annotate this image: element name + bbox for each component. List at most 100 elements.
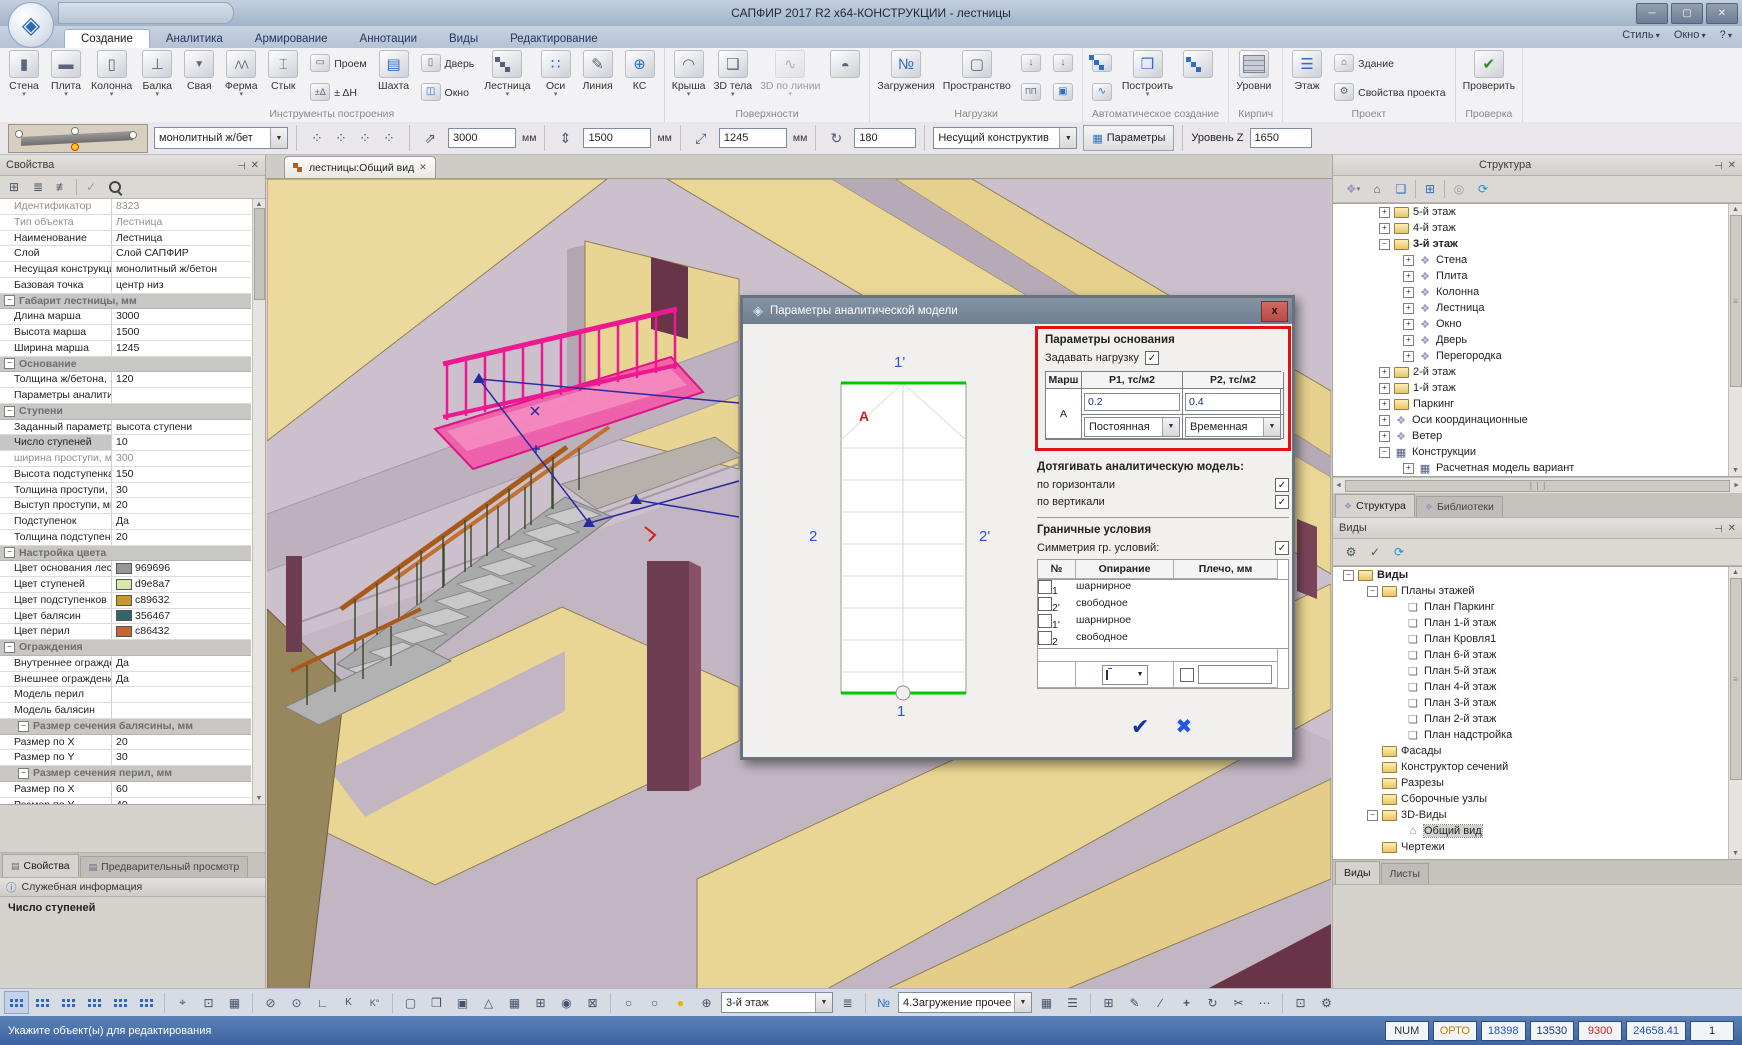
document-tool-icon[interactable] bbox=[528, 991, 553, 1014]
structure-tree-item[interactable]: + Колонна bbox=[1333, 284, 1742, 300]
ribbon-button[interactable]: Ферма ▾ bbox=[220, 48, 262, 106]
ribbon-button[interactable]: ▾ bbox=[824, 48, 866, 106]
views-tree-item[interactable]: План 4-й этаж bbox=[1333, 679, 1742, 695]
edit-tool-icon[interactable] bbox=[1252, 991, 1277, 1014]
views-bottom-tab[interactable]: Виды bbox=[1335, 861, 1380, 884]
structure-tree-item[interactable]: + Плита bbox=[1333, 268, 1742, 284]
toolbar-icon[interactable] bbox=[1060, 991, 1085, 1014]
property-value[interactable] bbox=[112, 703, 251, 718]
property-group-header[interactable]: −Размер сечения перил, мм bbox=[0, 766, 251, 782]
tree-expander[interactable]: − bbox=[1367, 586, 1378, 597]
document-tool-icon[interactable] bbox=[398, 991, 423, 1014]
views-tree-item[interactable]: − 3D-Виды bbox=[1333, 807, 1742, 823]
structure-tree-item[interactable]: + 5-й этаж bbox=[1333, 204, 1742, 220]
close-panel-icon[interactable]: ✕ bbox=[251, 160, 259, 171]
tree-expander[interactable]: + bbox=[1379, 431, 1390, 442]
extend-option-checkbox[interactable] bbox=[1275, 478, 1289, 492]
property-value[interactable]: 356467 bbox=[112, 609, 251, 624]
close-panel-icon[interactable]: ✕ bbox=[1728, 160, 1736, 171]
property-value[interactable]: 20 bbox=[112, 498, 251, 513]
load-number-icon[interactable] bbox=[871, 991, 896, 1014]
document-tool-icon[interactable] bbox=[554, 991, 579, 1014]
preview-base-point-handle[interactable] bbox=[71, 143, 79, 151]
layers-list-icon[interactable] bbox=[835, 991, 860, 1014]
views-tree-item[interactable]: Общий вид bbox=[1333, 823, 1742, 839]
ribbon-button[interactable]: Уровни ▾ bbox=[1232, 48, 1275, 106]
views-tree-item[interactable]: План Кровля1 bbox=[1333, 631, 1742, 647]
property-value[interactable]: Да bbox=[112, 672, 251, 687]
property-row[interactable]: Размер по X 60 bbox=[0, 782, 251, 798]
ribbon-button[interactable]: Построить ▾ bbox=[1118, 48, 1177, 106]
structure-hscroll[interactable]: ◄❘❘❘► bbox=[1333, 477, 1742, 493]
tree-expander[interactable]: + bbox=[1379, 383, 1390, 394]
boundary-row-checkbox[interactable] bbox=[1038, 597, 1052, 611]
arm-cell[interactable] bbox=[1174, 597, 1278, 614]
structure-tree-item[interactable]: + Паркинг bbox=[1333, 396, 1742, 412]
structure-bottom-tab[interactable]: ❖ Библиотеки bbox=[1416, 496, 1503, 517]
structure-tree-item[interactable]: + Расчетная модель вариант bbox=[1333, 460, 1742, 476]
edit-tool-icon[interactable] bbox=[1096, 991, 1121, 1014]
property-row[interactable]: Модель балясин bbox=[0, 703, 251, 719]
stair-tool-icon[interactable]: ⁘ bbox=[305, 126, 329, 150]
service-info-bar[interactable]: ⓘ Служебная информация bbox=[0, 878, 265, 897]
ribbon-button[interactable]: Свая ▾ bbox=[178, 48, 220, 106]
material-combo[interactable]: монолитный ж/бет▼ bbox=[154, 127, 288, 149]
document-tool-icon[interactable] bbox=[476, 991, 501, 1014]
ribbon-tab[interactable]: Аналитика bbox=[150, 30, 239, 48]
property-row[interactable]: Внешнее ограждение Да bbox=[0, 672, 251, 688]
ribbon-button[interactable]: ▾ bbox=[1047, 48, 1079, 77]
ribbon-tab[interactable]: Редактирование bbox=[494, 30, 614, 48]
property-value[interactable]: монолитный ж/бетон bbox=[112, 262, 251, 277]
property-row[interactable]: Размер по Y 30 bbox=[0, 750, 251, 766]
binoculars-icon[interactable]: ◎ bbox=[1449, 180, 1469, 198]
tree-expander[interactable]: − bbox=[1343, 570, 1354, 581]
ribbon-button[interactable]: Колонна ▾ bbox=[87, 48, 136, 106]
views-tree-item[interactable]: Чертежи bbox=[1333, 839, 1742, 855]
level-z-field[interactable]: 1650 bbox=[1250, 128, 1312, 148]
ribbon-tab[interactable]: Создание bbox=[64, 29, 150, 48]
tree-expander[interactable]: + bbox=[1403, 351, 1414, 362]
property-row[interactable]: Модель перил bbox=[0, 687, 251, 703]
properties-bottom-tab[interactable]: ▤ Предварительный просмотр bbox=[80, 856, 249, 877]
parameters-button[interactable]: ▦ Параметры bbox=[1083, 125, 1174, 151]
p1-type-combo[interactable]: Постоянная▼ bbox=[1084, 417, 1180, 437]
add-model-icon[interactable]: ⊞ bbox=[1420, 180, 1440, 198]
ribbon-tab[interactable]: Аннотации bbox=[344, 30, 433, 48]
property-group-header[interactable]: −Настройка цвета bbox=[0, 546, 251, 562]
stair-preview-widget[interactable] bbox=[8, 124, 148, 153]
structure-tree-item[interactable]: + Дверь bbox=[1333, 332, 1742, 348]
property-row[interactable]: Цвет балясин 356467 bbox=[0, 609, 251, 625]
property-group-header[interactable]: −Габарит лестницы, мм bbox=[0, 294, 251, 310]
views-tree-item[interactable]: План 5-й этаж bbox=[1333, 663, 1742, 679]
preview-handle[interactable] bbox=[129, 131, 137, 139]
march-width-field[interactable]: 1245 bbox=[719, 128, 787, 148]
views-tree-item[interactable]: План 6-й этаж bbox=[1333, 647, 1742, 663]
tree-expander[interactable]: − bbox=[1379, 447, 1390, 458]
structure-tree-item[interactable]: + Перегородка bbox=[1333, 348, 1742, 364]
toolbar-icon[interactable] bbox=[310, 991, 335, 1014]
property-value[interactable]: 3000 bbox=[112, 309, 251, 324]
property-row[interactable]: Цвет основания лес... 969696 bbox=[0, 561, 251, 577]
views-tree-item[interactable]: План 3-й этаж bbox=[1333, 695, 1742, 711]
structure-tree-item[interactable]: + 1-й этаж bbox=[1333, 380, 1742, 396]
views-tree-item[interactable]: Конструктор сечений bbox=[1333, 759, 1742, 775]
document-tool-icon[interactable] bbox=[450, 991, 475, 1014]
property-value[interactable]: 300 bbox=[112, 451, 251, 466]
ribbon-button[interactable]: Шахта ▾ bbox=[373, 48, 415, 106]
active-load-combo[interactable]: 4.Загружение прочее▼ bbox=[898, 992, 1032, 1013]
p1-value-field[interactable]: 0.2 bbox=[1084, 393, 1180, 411]
maximize-button[interactable]: ▢ bbox=[1671, 3, 1703, 24]
toolbar-icon[interactable] bbox=[258, 991, 283, 1014]
ribbon-button[interactable]: Оси ▾ bbox=[535, 48, 577, 106]
extend-option-checkbox[interactable] bbox=[1275, 495, 1289, 509]
property-value[interactable]: 150 bbox=[112, 467, 251, 482]
apply-check-icon[interactable]: ✓ bbox=[1365, 543, 1385, 561]
menu-item[interactable]: ? bbox=[1720, 29, 1732, 41]
boundary-row-checkbox[interactable] bbox=[1038, 580, 1052, 594]
support-type-cell[interactable]: свободное bbox=[1076, 631, 1174, 648]
ribbon-button[interactable]: Пространство ▾ bbox=[939, 48, 1015, 106]
ribbon-button[interactable]: ▾ bbox=[1177, 48, 1219, 106]
property-value[interactable]: c86432 bbox=[112, 624, 251, 639]
ribbon-button[interactable]: Здание ▾ bbox=[1328, 48, 1451, 77]
home-icon[interactable]: ⌂ bbox=[1367, 180, 1387, 198]
